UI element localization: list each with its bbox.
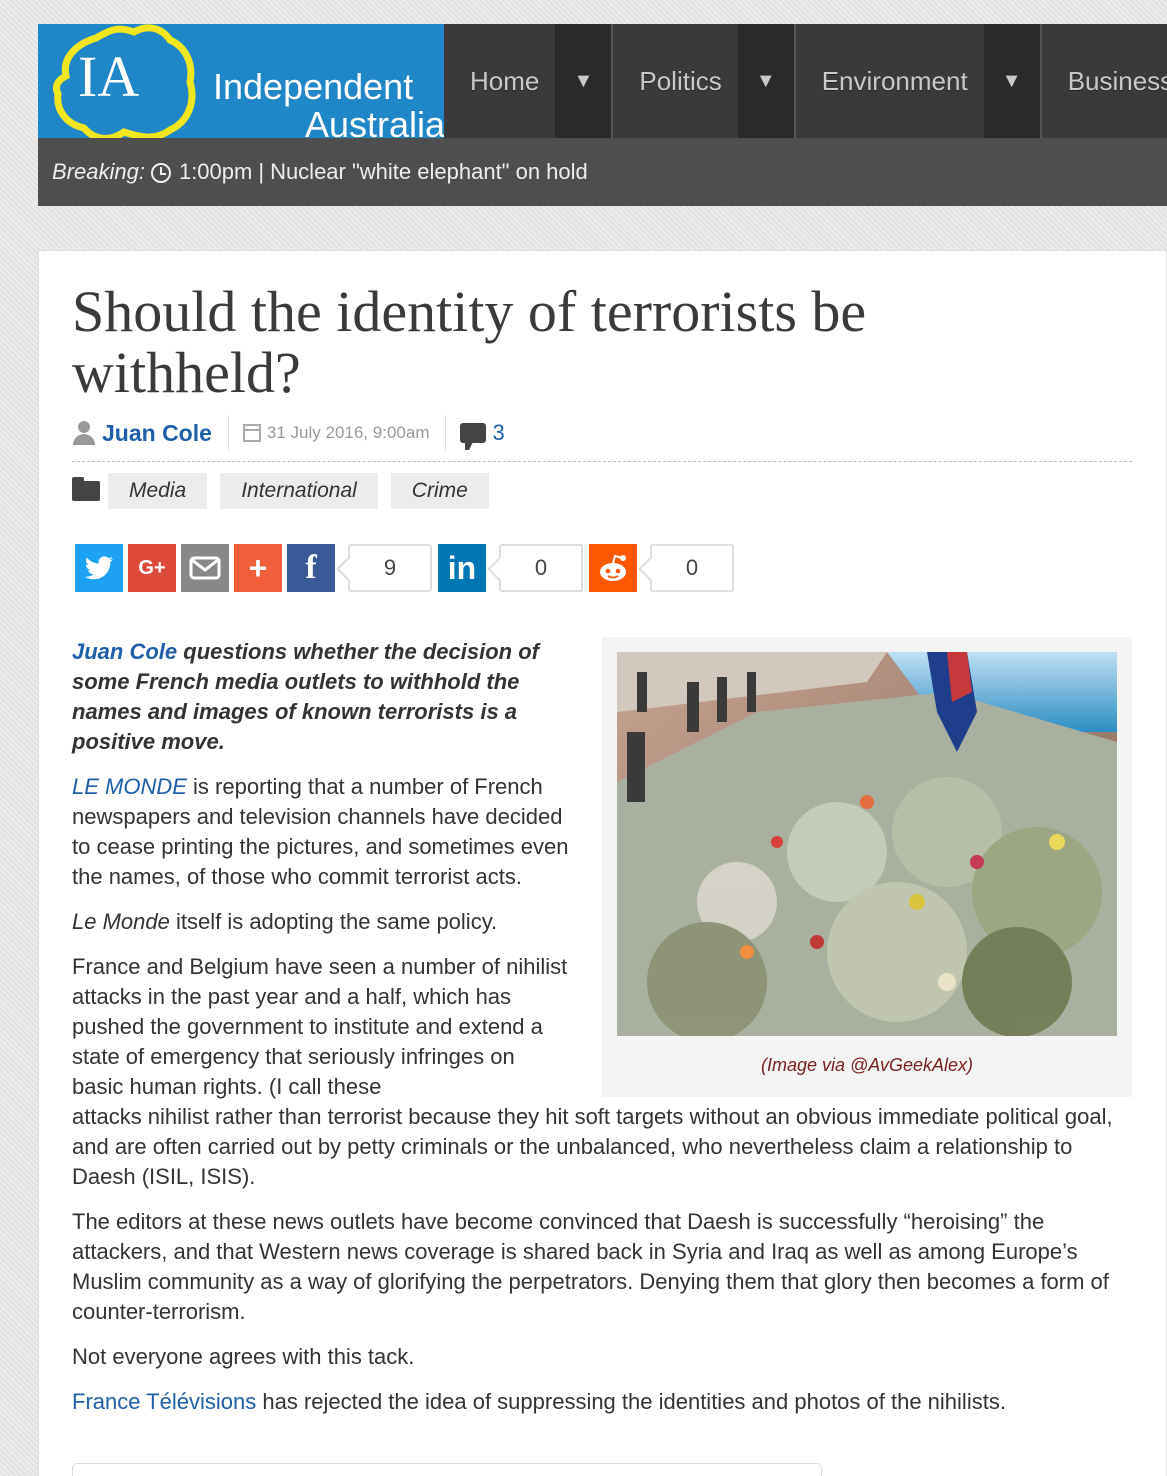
- reddit-alien-icon: [600, 554, 626, 581]
- nav-item-environment[interactable]: Environment ▼: [796, 24, 1042, 138]
- paragraph-2: Le Monde itself is adopting the same pol…: [72, 907, 572, 937]
- meta-divider-line: [72, 461, 1132, 462]
- nav-label[interactable]: Business: [1042, 24, 1167, 138]
- user-icon: [72, 421, 96, 445]
- nav-item-home[interactable]: Home ▼: [444, 24, 614, 138]
- comment-count[interactable]: 3: [492, 420, 504, 446]
- france-televisions-link[interactable]: France Télévisions: [72, 1389, 256, 1414]
- envelope-icon: [189, 556, 221, 580]
- publish-date: 31 July 2016, 9:00am: [266, 423, 430, 442]
- breaking-time: 1:00pm: [178, 159, 253, 184]
- article-body: Juan Cole questions whether the decision…: [72, 637, 1132, 1432]
- author-link[interactable]: Juan Cole: [102, 420, 212, 447]
- comment-icon[interactable]: [460, 423, 487, 450]
- linkedin-share-button[interactable]: in: [438, 544, 486, 592]
- share-bar: G+ + f 9 in 0 0: [75, 544, 734, 592]
- calendar-icon: [242, 424, 261, 442]
- nav-item-business[interactable]: Business: [1042, 24, 1167, 138]
- nav-label[interactable]: Politics: [613, 24, 737, 138]
- reddit-share-count: 0: [650, 544, 734, 592]
- embedded-content-box: [72, 1463, 822, 1476]
- svg-text:IA: IA: [78, 44, 139, 109]
- googleplus-share-button[interactable]: G+: [128, 544, 176, 592]
- le-monde-italic: Le Monde: [72, 909, 170, 934]
- linkedin-count-value: 0: [534, 555, 548, 580]
- paragraph-2-text: itself is adopting the same policy.: [169, 909, 498, 934]
- more-share-button[interactable]: +: [234, 544, 282, 592]
- tag-list: Media International Crime: [72, 473, 502, 509]
- main-nav: Home ▼ Politics ▼ Environment ▼ Business: [444, 24, 1167, 138]
- linkedin-share-count: 0: [499, 544, 583, 592]
- article-card: Should the identity of terrorists be wit…: [38, 250, 1167, 1476]
- facebook-share-count: 9: [348, 544, 432, 592]
- clock-icon: [150, 163, 171, 183]
- twitter-share-button[interactable]: [75, 544, 123, 592]
- paragraph-1: LE MONDE is reporting that a number of F…: [72, 772, 572, 892]
- chevron-down-icon[interactable]: ▼: [555, 24, 612, 138]
- meta-divider: [227, 415, 229, 451]
- tag-media[interactable]: Media: [108, 473, 208, 509]
- breaking-label: Breaking:: [52, 159, 145, 184]
- breaking-separator: |: [258, 159, 265, 184]
- article-meta: Juan Cole 31 July 2016, 9:00am 3: [72, 415, 505, 451]
- paragraph-3-first: France and Belgium have seen a number of…: [72, 954, 568, 1099]
- tag-international[interactable]: International: [220, 473, 378, 509]
- site-name-line1: Independent: [213, 66, 414, 107]
- nav-label[interactable]: Home: [444, 24, 555, 138]
- paragraph-3: France and Belgium have seen a number of…: [72, 952, 1132, 1192]
- breaking-headline[interactable]: Nuclear "white elephant" on hold: [270, 159, 588, 185]
- tag-crime[interactable]: Crime: [390, 473, 489, 509]
- lead-author-link[interactable]: Juan Cole: [72, 639, 177, 664]
- paragraph-4: The editors at these news outlets have b…: [72, 1209, 1109, 1324]
- nav-item-politics[interactable]: Politics ▼: [613, 24, 796, 138]
- meta-divider: [445, 415, 447, 451]
- paragraph-3-rest: attacks nihilist rather than terrorist b…: [72, 1104, 1113, 1189]
- chevron-down-icon[interactable]: ▼: [983, 24, 1040, 138]
- paragraph-5: Not everyone agrees with this tack.: [72, 1344, 415, 1369]
- facebook-count-value: 9: [383, 555, 397, 580]
- site-name: Independent Australia: [213, 68, 445, 144]
- email-share-button[interactable]: [181, 544, 229, 592]
- breaking-news-bar: Breaking: 1:00pm | Nuclear "white elepha…: [38, 138, 1167, 206]
- paragraph-6: France Télévisions has rejected the idea…: [72, 1387, 1132, 1417]
- nav-label[interactable]: Environment: [796, 24, 984, 138]
- article-lead: Juan Cole questions whether the decision…: [72, 637, 572, 757]
- le-monde-link[interactable]: LE MONDE: [72, 774, 187, 799]
- folder-icon: [72, 477, 100, 501]
- twitter-bird-icon: [84, 556, 113, 580]
- reddit-share-button[interactable]: [589, 544, 637, 592]
- site-logo[interactable]: IA Independent Australia: [38, 24, 445, 144]
- reddit-count-value: 0: [685, 555, 699, 580]
- article-title: Should the identity of terrorists be wit…: [72, 279, 867, 405]
- site-header: IA Independent Australia Home ▼ Politics…: [0, 0, 1167, 206]
- chevron-down-icon[interactable]: ▼: [737, 24, 794, 138]
- paragraph-6-text: has rejected the idea of suppressing the…: [256, 1389, 1006, 1414]
- facebook-share-button[interactable]: f: [287, 544, 335, 592]
- australia-map-icon: IA: [52, 24, 196, 142]
